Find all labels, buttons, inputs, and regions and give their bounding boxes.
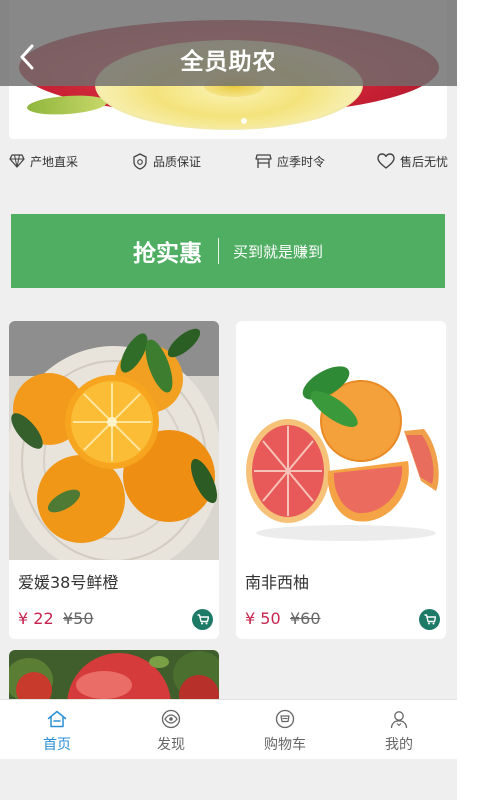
carousel-indicator[interactable] [241, 118, 247, 124]
feature-label: 品质保证 [153, 154, 202, 169]
product-card[interactable]: 爱媛38号鲜橙 ¥ 22 ¥50 [9, 321, 219, 639]
feature-label: 产地直采 [30, 154, 79, 169]
tab-mine[interactable]: 我的 [342, 700, 456, 760]
leaf-graphic [26, 93, 108, 117]
product-price: ¥ 22 [18, 609, 54, 628]
bottom-tab-bar: 首页 发现 购物车 我的 [0, 699, 457, 759]
add-to-cart-button[interactable] [419, 609, 440, 630]
cart-icon [275, 709, 295, 729]
cart-icon [424, 614, 436, 625]
orange-photo [9, 321, 219, 560]
product-name[interactable]: 爱媛38号鲜橙 [18, 569, 118, 593]
feature-badges: 产地直采 品质保证 应季时令 售后无忧 [0, 150, 457, 174]
product-card[interactable]: 南非西柚 ¥ 50 ¥60 [236, 321, 446, 639]
product-name[interactable]: 南非西柚 [245, 569, 309, 593]
grapefruit-photo [236, 321, 446, 560]
user-icon [390, 711, 408, 729]
eye-icon [161, 709, 181, 729]
price-row: ¥ 50 ¥60 [245, 609, 440, 631]
promo-banner[interactable]: 抢实惠 买到就是赚到 [11, 214, 445, 288]
feature-quality: 品质保证 [132, 150, 201, 172]
add-to-cart-button[interactable] [192, 609, 213, 630]
promo-subtitle: 买到就是赚到 [232, 242, 323, 261]
tab-home[interactable]: 首页 [0, 700, 114, 760]
tab-cart[interactable]: 购物车 [228, 700, 342, 760]
tab-label: 发现 [157, 737, 185, 753]
diamond-icon [9, 154, 25, 168]
tab-label: 首页 [43, 737, 71, 753]
price-row: ¥ 22 ¥50 [18, 609, 213, 631]
product-image-grapefruit[interactable] [236, 321, 446, 560]
shop-icon [255, 154, 272, 168]
tab-label: 购物车 [264, 737, 306, 753]
feature-seasonal: 应季时令 [255, 150, 325, 172]
page-title: 全员助农 [180, 49, 277, 75]
product-price: ¥ 50 [245, 609, 281, 628]
product-original-price: ¥60 [290, 609, 321, 628]
tab-label: 我的 [385, 737, 413, 753]
promo-title: 抢实惠 [132, 241, 202, 267]
app-screen: 全员助农 产地直采 品质保证 应季时令 售后无忧 抢实惠 买到就是赚到 爱媛38… [0, 0, 457, 800]
cart-icon [197, 614, 209, 625]
feature-label: 售后无忧 [400, 154, 449, 169]
promo-divider [217, 238, 219, 264]
home-icon [47, 710, 67, 728]
tab-discover[interactable]: 发现 [114, 700, 228, 760]
feature-aftersale: 售后无忧 [377, 150, 448, 172]
product-image-orange[interactable] [9, 321, 219, 560]
feature-origin: 产地直采 [9, 150, 78, 172]
product-original-price: ¥50 [63, 609, 94, 628]
quality-shield-icon [133, 152, 147, 170]
heart-icon [377, 153, 395, 169]
top-navigation-bar: 全员助农 [0, 0, 457, 86]
feature-label: 应季时令 [277, 154, 326, 169]
